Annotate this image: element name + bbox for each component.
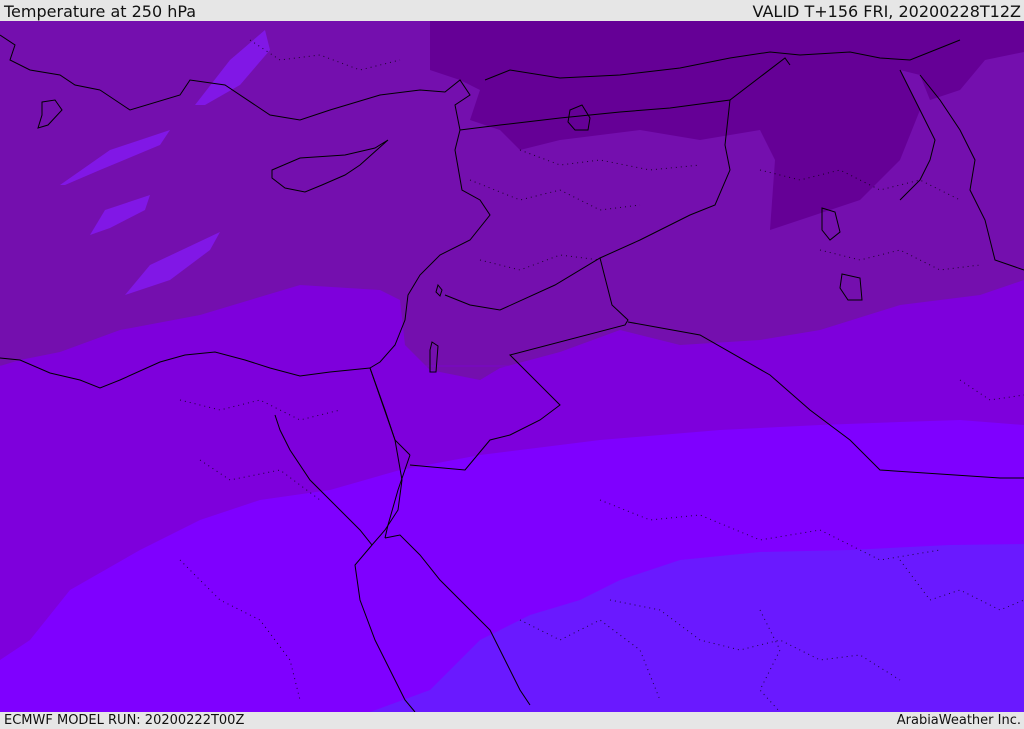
temperature-map bbox=[0, 21, 1024, 712]
model-run: ECMWF MODEL RUN: 20200222T00Z bbox=[4, 713, 245, 728]
map-title: Temperature at 250 hPa bbox=[4, 2, 197, 21]
credit: ArabiaWeather Inc. bbox=[896, 713, 1021, 728]
valid-time: VALID T+156 FRI, 20200228T12Z bbox=[752, 2, 1021, 21]
footer-bar: ECMWF MODEL RUN: 20200222T00Z ArabiaWeat… bbox=[0, 712, 1024, 729]
header-bar: Temperature at 250 hPa VALID T+156 FRI, … bbox=[0, 0, 1024, 21]
